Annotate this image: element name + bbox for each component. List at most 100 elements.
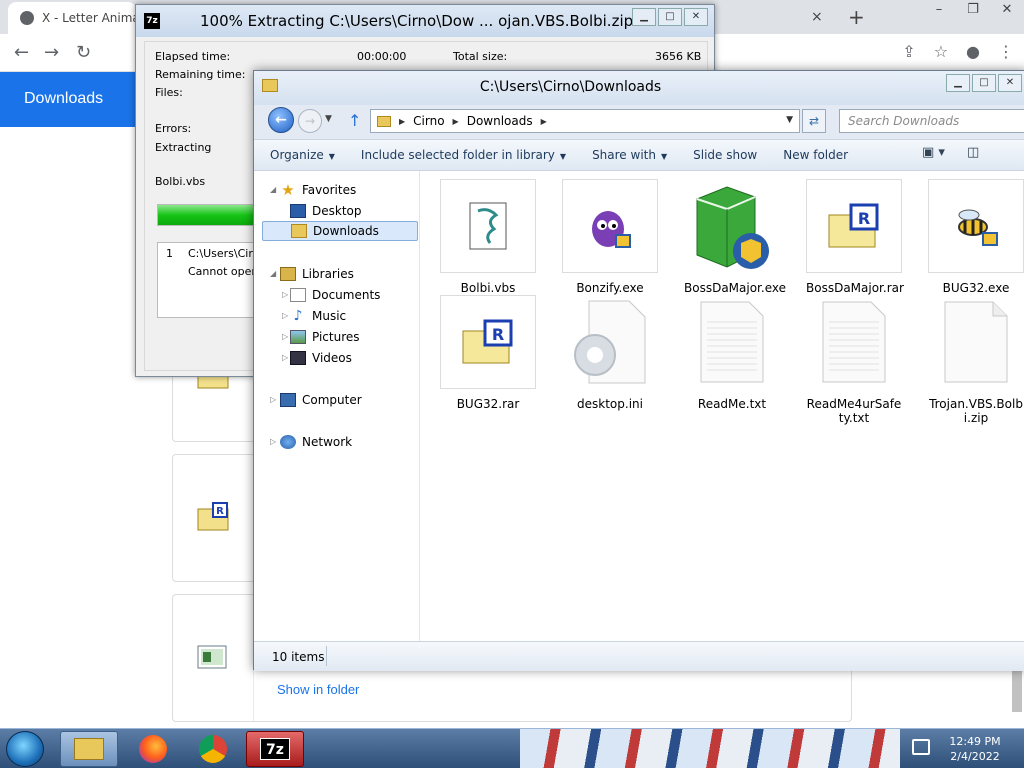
preview-pane-icon[interactable]: ◫: [967, 145, 979, 160]
explorer-close-button[interactable]: ✕: [998, 74, 1022, 92]
blank-file-icon: [928, 295, 1024, 389]
firefox-icon: [139, 735, 167, 763]
share-icon[interactable]: ⇪: [902, 42, 915, 61]
bonzi-purple-icon: [562, 179, 658, 273]
nav-desktop[interactable]: Desktop: [290, 201, 362, 221]
breadcrumb-arrow-icon[interactable]: ▶: [453, 117, 459, 126]
search-input[interactable]: Search Downloads: [839, 109, 1024, 133]
reload-icon[interactable]: ↻: [76, 42, 91, 63]
rar-archive-icon: R: [806, 179, 902, 273]
forward-button[interactable]: →: [298, 109, 322, 133]
collapsed-arrow-icon[interactable]: ▷: [282, 290, 288, 299]
taskbar-firefox-button[interactable]: [124, 731, 182, 767]
slide-show-button[interactable]: Slide show: [687, 145, 763, 165]
7zip-titlebar[interactable]: 7z 100% Extracting C:\Users\Cirno\Dow ..…: [136, 5, 714, 37]
file-item-trojan-vbs-bolbi-zip[interactable]: Trojan.VBS.Bolbi.zip: [928, 295, 1024, 425]
errors-label: Errors:: [155, 122, 192, 135]
tab-title: X - Letter Animat: [42, 11, 136, 25]
breadcrumb-arrow-icon[interactable]: ▶: [399, 117, 405, 126]
new-tab-button[interactable]: +: [848, 5, 865, 29]
tab-close-icon[interactable]: ×: [811, 9, 823, 25]
address-bar[interactable]: ▶ Cirno ▶ Downloads ▶ ▼: [370, 109, 800, 133]
explorer-minimize-button[interactable]: ▁: [946, 74, 970, 92]
7zip-minimize-button[interactable]: ▁: [632, 8, 656, 26]
close-button[interactable]: ✕: [990, 0, 1024, 22]
file-item-bossdamajor-exe[interactable]: BossDaMajor.exe: [684, 179, 786, 295]
start-button[interactable]: [6, 731, 44, 767]
up-arrow-icon[interactable]: ↑: [348, 111, 361, 130]
nav-network[interactable]: Network: [280, 432, 352, 452]
clock[interactable]: 12:49 PM 2/4/2022: [945, 734, 1005, 764]
history-dropdown-icon[interactable]: ▼: [325, 114, 332, 124]
file-item-bossdamajor-rar[interactable]: R BossDaMajor.rar: [806, 179, 904, 295]
folder-icon: [377, 115, 391, 127]
share-with-button[interactable]: Share with ▼: [586, 145, 673, 165]
nav-pictures[interactable]: Pictures: [290, 327, 360, 347]
file-item-readme-txt[interactable]: ReadMe.txt: [684, 295, 780, 411]
downloads-folder-icon: [291, 224, 307, 238]
nav-documents[interactable]: Documents: [290, 285, 380, 305]
bookmark-star-icon[interactable]: ☆: [934, 42, 948, 61]
music-note-icon: ♪: [293, 308, 303, 324]
nav-libraries[interactable]: Libraries: [280, 264, 354, 284]
taskbar: 7z 12:49 PM 2/4/2022: [0, 728, 1024, 768]
nav-computer[interactable]: Computer: [280, 390, 362, 410]
7zip-window-controls: ▁ □ ✕: [632, 8, 708, 26]
organize-button[interactable]: Organize ▼: [264, 145, 341, 165]
taskbar-chrome-button[interactable]: [184, 731, 242, 767]
explorer-window: C:\Users\Cirno\Downloads ▁ □ ✕ ← → ▼ ↑ ▶…: [253, 70, 1024, 671]
expand-arrow-icon[interactable]: ◢: [270, 185, 276, 194]
file-name: BUG32.rar: [456, 397, 520, 411]
profile-icon[interactable]: ●: [966, 42, 980, 61]
status-divider: [326, 646, 327, 666]
nav-downloads[interactable]: Downloads: [262, 221, 418, 241]
collapsed-arrow-icon[interactable]: ▷: [282, 353, 288, 362]
collapsed-arrow-icon[interactable]: ▷: [282, 332, 288, 341]
minimize-button[interactable]: –: [922, 0, 956, 22]
breadcrumb-arrow-icon[interactable]: ▶: [541, 117, 547, 126]
refresh-button[interactable]: ⇄: [802, 109, 826, 133]
collapsed-arrow-icon[interactable]: ▷: [270, 437, 276, 446]
nav-videos[interactable]: Videos: [290, 348, 352, 368]
file-item-bug32-exe[interactable]: BUG32.exe: [928, 179, 1024, 295]
menu-kebab-icon[interactable]: ⋮: [998, 42, 1014, 61]
file-item-desktop-ini[interactable]: desktop.ini: [562, 295, 658, 411]
wasp-icon: [928, 179, 1024, 273]
message-index: 1: [166, 247, 173, 260]
file-item-bug32-rar[interactable]: R BUG32.rar: [440, 295, 536, 411]
explorer-maximize-button[interactable]: □: [972, 74, 996, 92]
file-item-bolbi-vbs[interactable]: Bolbi.vbs: [440, 179, 536, 295]
address-dropdown-icon[interactable]: ▼: [786, 115, 793, 125]
chrome-icon: [199, 735, 227, 763]
expand-arrow-icon[interactable]: ◢: [270, 269, 276, 278]
elapsed-value: 00:00:00: [357, 50, 407, 63]
network-tray-icon[interactable]: [912, 739, 930, 755]
chrome-tab[interactable]: X - Letter Animat: [8, 2, 136, 34]
collapsed-arrow-icon[interactable]: ▷: [270, 395, 276, 404]
total-size-value: 3656 KB: [655, 50, 702, 63]
change-view-icon[interactable]: ▣ ▾: [922, 145, 945, 160]
nav-music[interactable]: ♪ Music: [290, 306, 347, 326]
taskbar-explorer-button[interactable]: [60, 731, 118, 767]
file-item-bonzify-exe[interactable]: Bonzify.exe: [562, 179, 658, 295]
7zip-maximize-button[interactable]: □: [658, 8, 682, 26]
show-in-folder-link[interactable]: Show in folder: [277, 682, 359, 697]
collapsed-arrow-icon[interactable]: ▷: [282, 311, 288, 320]
nav-favorites[interactable]: ★ Favorites: [280, 180, 356, 200]
back-arrow-icon[interactable]: ←: [14, 42, 29, 63]
include-in-library-button[interactable]: Include selected folder in library ▼: [355, 145, 572, 165]
7zip-logo-icon: 7z: [144, 13, 160, 29]
explorer-titlebar[interactable]: C:\Users\Cirno\Downloads ▁ □ ✕: [254, 71, 1024, 105]
maximize-button[interactable]: ❐: [956, 0, 990, 22]
file-name: BossDaMajor.exe: [684, 281, 786, 295]
taskbar-7zip-button[interactable]: 7z: [246, 731, 304, 767]
file-item-readme4ursafety-txt[interactable]: ReadMe4urSafety.txt: [806, 295, 902, 425]
svg-text:R: R: [492, 325, 504, 344]
breadcrumb-downloads[interactable]: Downloads: [467, 114, 533, 128]
7zip-close-button[interactable]: ✕: [684, 8, 708, 26]
back-button[interactable]: ←: [268, 107, 294, 133]
breadcrumb-cirno[interactable]: Cirno: [413, 114, 444, 128]
new-folder-button[interactable]: New folder: [777, 145, 854, 165]
forward-arrow-icon[interactable]: →: [44, 42, 59, 63]
chrome-toolbar-right: ⇪ ☆ ● ⋮: [902, 42, 1014, 61]
